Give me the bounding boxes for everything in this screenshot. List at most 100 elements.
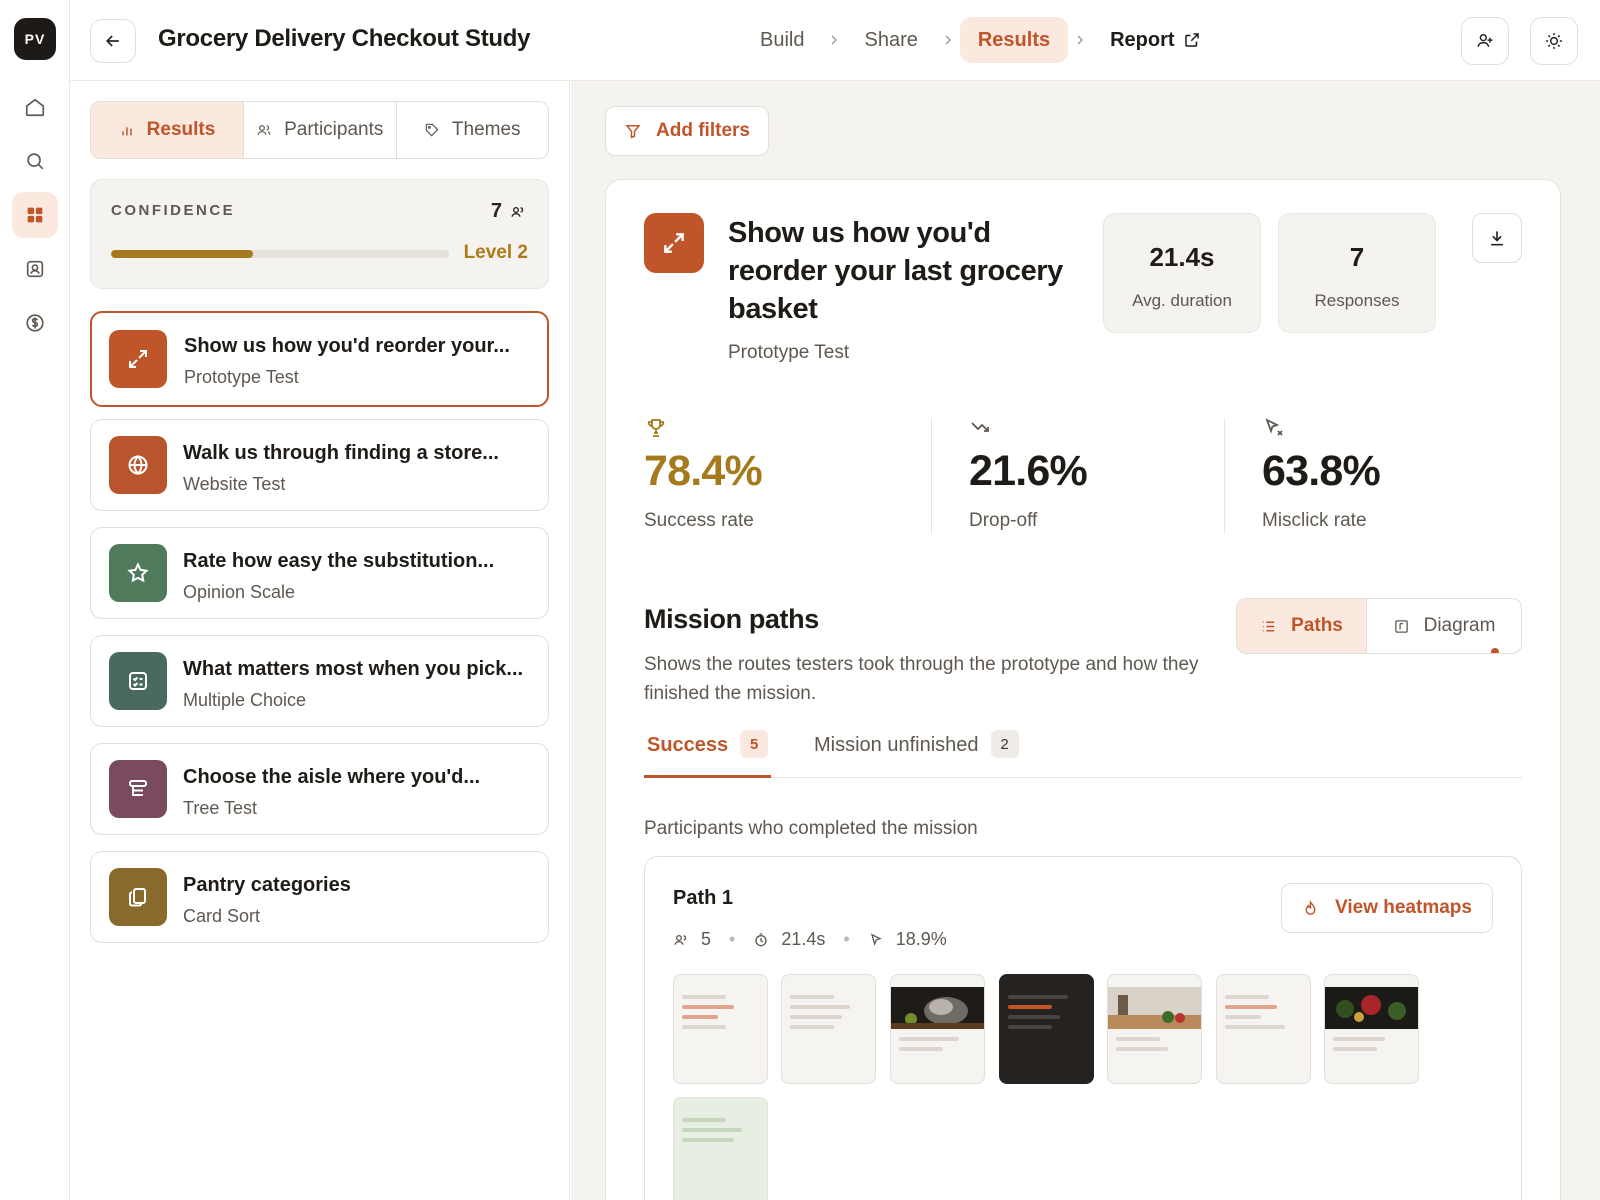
- step-report-label: Report: [1110, 28, 1175, 51]
- screen-thumbnail-photo[interactable]: [1107, 974, 1202, 1084]
- grid-icon[interactable]: [12, 192, 58, 238]
- screen-thumbnail[interactable]: [1216, 974, 1311, 1084]
- task-item-title: Rate how easy the substitution...: [183, 550, 495, 572]
- timer-icon: [755, 932, 767, 946]
- arrow-left-icon: [105, 35, 119, 47]
- step-report[interactable]: Report: [1092, 17, 1218, 63]
- back-button[interactable]: [90, 19, 136, 63]
- success-rate-value: 78.4%: [644, 447, 763, 495]
- screen-thumbnail-photo[interactable]: [890, 974, 985, 1084]
- success-rate-metric: 78.4% Success rate: [644, 416, 763, 532]
- task-item-type: Website Test: [183, 474, 286, 494]
- step-share[interactable]: Share: [846, 17, 935, 63]
- metric-divider: [1224, 418, 1225, 534]
- star-icon: [109, 544, 167, 602]
- users-icon: [511, 206, 524, 217]
- screen-thumbnail[interactable]: [673, 974, 768, 1084]
- tab-results-label: Results: [146, 119, 216, 140]
- task-item[interactable]: Choose the aisle where you'd... Tree Test: [90, 743, 549, 835]
- home-icon[interactable]: [12, 84, 58, 130]
- diagram-view-label: Diagram: [1423, 615, 1496, 636]
- drop-off-metric: 21.6% Drop-off: [969, 416, 1088, 532]
- misclick-rate-metric: 63.8% Misclick rate: [1262, 416, 1381, 532]
- metric-divider: [931, 418, 932, 534]
- task-item[interactable]: Walk us through finding a store... Websit…: [90, 419, 549, 511]
- confidence-label: CONFIDENCE: [111, 202, 236, 219]
- chevron-right-icon: [936, 32, 960, 48]
- diagram-icon: [1394, 619, 1408, 633]
- misclick-rate-label: Misclick rate: [1262, 510, 1367, 531]
- drop-off-label: Drop-off: [969, 510, 1038, 531]
- tab-participants[interactable]: Participants: [244, 102, 397, 158]
- invite-user-button[interactable]: [1461, 17, 1509, 65]
- confidence-count: 7: [491, 200, 526, 223]
- add-filters-button[interactable]: Add filters: [605, 106, 769, 156]
- path-duration: 21.4s: [781, 929, 826, 949]
- download-icon: [1491, 231, 1503, 246]
- step-results[interactable]: Results: [959, 17, 1069, 63]
- theme-toggle-button[interactable]: [1530, 17, 1578, 65]
- external-link-icon: [1184, 33, 1199, 47]
- task-item-title: Walk us through finding a store...: [183, 442, 499, 464]
- cursor-icon: [870, 932, 882, 946]
- confidence-card: CONFIDENCE 7 Level 2: [90, 179, 549, 289]
- screen-thumbnail-dark[interactable]: [999, 974, 1094, 1084]
- tab-unfinished-label: Mission unfinished: [814, 734, 979, 756]
- expand-icon: [109, 330, 167, 388]
- avg-duration-value: 21.4s: [1149, 242, 1215, 272]
- separator-dot: •: [843, 929, 850, 949]
- avg-duration-label: Avg. duration: [1132, 291, 1232, 310]
- drop-off-value: 21.6%: [969, 447, 1088, 495]
- contacts-icon[interactable]: [12, 246, 58, 292]
- task-item[interactable]: What matters most when you pick... Multip…: [90, 635, 549, 727]
- globe-icon: [109, 436, 167, 494]
- path-card[interactable]: Path 1 5 • 21.4s • 18.9% View heatmaps: [644, 856, 1522, 1200]
- tab-mission-unfinished[interactable]: Mission unfinished 2: [814, 728, 1019, 778]
- add-filters-label: Add filters: [656, 120, 750, 141]
- task-sidebar: Results Participants Themes CONFIDENCE 7…: [70, 81, 570, 1200]
- task-item-title: Show us how you'd reorder your...: [184, 335, 510, 357]
- view-toggle: Paths Diagram: [1236, 598, 1522, 654]
- path-participants: 5: [701, 929, 712, 949]
- search-icon[interactable]: [12, 138, 58, 184]
- paths-view-button[interactable]: Paths: [1237, 599, 1367, 653]
- view-heatmaps-button[interactable]: View heatmaps: [1281, 883, 1493, 933]
- step-build[interactable]: Build: [742, 17, 822, 63]
- tab-success[interactable]: Success 5: [644, 728, 772, 778]
- paths-view-label: Paths: [1291, 615, 1343, 636]
- tree-icon: [109, 760, 167, 818]
- participants-note: Participants who completed the mission: [644, 818, 978, 839]
- download-button[interactable]: [1472, 213, 1522, 263]
- unfinished-count-badge: 2: [990, 730, 1019, 758]
- tab-success-label: Success: [647, 734, 729, 756]
- produce-photo: [1325, 987, 1418, 1029]
- task-item[interactable]: Show us how you'd reorder your... Prototy…: [90, 311, 549, 407]
- study-steps: Build Share Results Report: [742, 17, 1219, 63]
- separator-dot: •: [729, 929, 736, 949]
- confidence-level: Level 2: [463, 242, 528, 263]
- trophy-icon: [647, 419, 665, 437]
- screen-thumbnail[interactable]: [781, 974, 876, 1084]
- tab-themes-label: Themes: [451, 119, 521, 140]
- sun-icon: [1546, 33, 1562, 49]
- diagram-view-button[interactable]: Diagram: [1367, 599, 1521, 653]
- confidence-progress-fill: [111, 250, 253, 258]
- success-count-badge: 5: [740, 730, 769, 758]
- screen-thumbnail[interactable]: [673, 1097, 768, 1200]
- task-results-card: Show us how you'd reorder your last groc…: [605, 179, 1561, 1200]
- responses-stat: 7 Responses: [1278, 213, 1436, 333]
- task-item-type: Tree Test: [183, 798, 258, 818]
- screen-thumbnail-photo[interactable]: [1324, 974, 1419, 1084]
- workspace-logo[interactable]: PV: [14, 18, 56, 60]
- sidebar-tabs: Results Participants Themes: [90, 101, 549, 159]
- billing-icon[interactable]: [12, 300, 58, 346]
- trend-down-icon: [971, 422, 989, 432]
- task-item[interactable]: Rate how easy the substitution... Opinion…: [90, 527, 549, 619]
- task-item[interactable]: Pantry categories Card Sort: [90, 851, 549, 943]
- misclick-cursor-icon: [1265, 418, 1283, 436]
- top-header: Grocery Delivery Checkout Study Build Sh…: [70, 0, 1600, 81]
- responses-value: 7: [1349, 242, 1365, 272]
- tab-results[interactable]: Results: [91, 102, 244, 158]
- tab-themes[interactable]: Themes: [397, 102, 549, 158]
- confidence-count-value: 7: [490, 200, 502, 222]
